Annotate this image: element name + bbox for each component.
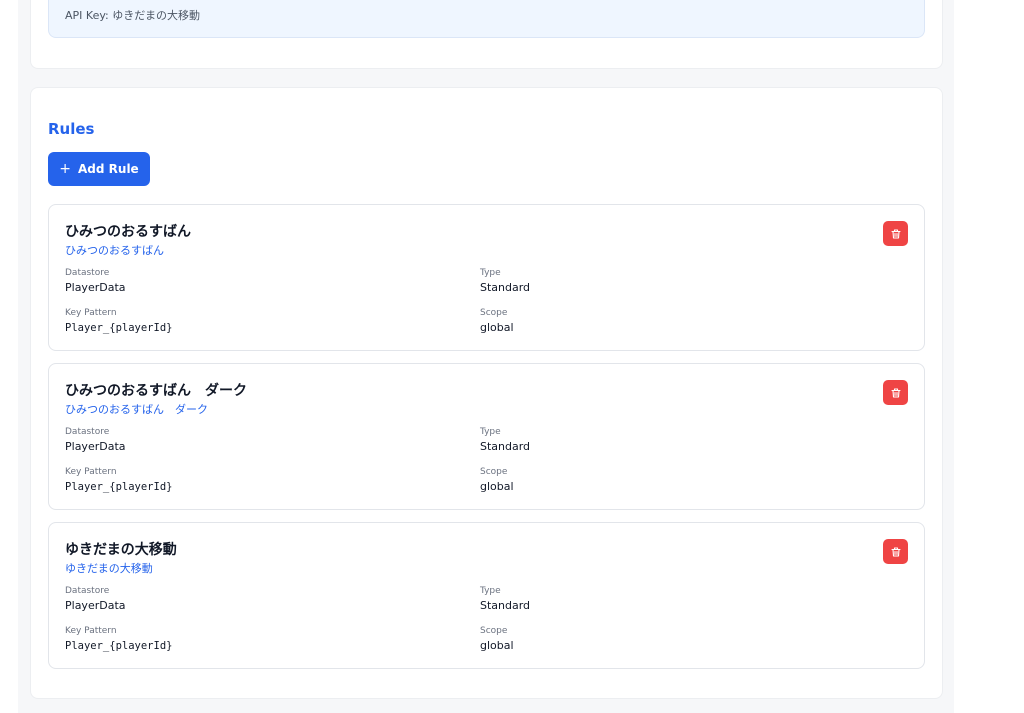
type-value: Standard (480, 599, 531, 612)
rule-title: ひみつのおるすばん ダーク (65, 383, 247, 399)
key-pattern-field: Key Pattern Player_{playerId} (65, 466, 172, 494)
datastore-label: Datastore (65, 586, 110, 596)
key-pattern-value: Player_{playerId} (65, 322, 173, 334)
delete-rule-button[interactable] (883, 221, 908, 246)
datastore-value: PlayerData (65, 440, 126, 453)
scope-value: global (480, 480, 514, 493)
rule-subtitle: ゆきだまの大移動 (65, 562, 153, 575)
type-field: Type Standard (480, 267, 530, 295)
key-pattern-field: Key Pattern Player_{playerId} (65, 625, 172, 653)
scope-value: global (480, 639, 514, 652)
datastore-field: Datastore PlayerData (65, 426, 126, 454)
trash-icon (890, 228, 901, 239)
delete-rule-button[interactable] (883, 539, 908, 564)
type-value: Standard (480, 281, 531, 294)
trash-icon (890, 387, 901, 398)
add-rule-label: Add Rule (78, 162, 139, 176)
key-pattern-label: Key Pattern (65, 467, 117, 477)
type-field: Type Standard (480, 585, 530, 613)
trash-icon (890, 546, 901, 557)
datastore-label: Datastore (65, 427, 110, 437)
scope-label: Scope (480, 626, 508, 636)
rule-card: ひみつのおるすばん ひみつのおるすばん Datastore PlayerData… (48, 204, 925, 351)
rule-subtitle: ひみつのおるすばん ダーク (65, 403, 208, 416)
type-label: Type (480, 268, 501, 278)
scope-label: Scope (480, 467, 508, 477)
key-pattern-label: Key Pattern (65, 308, 117, 318)
api-key-box: API Key: ゆきだまの大移動 (48, 0, 925, 38)
scope-field: Scope global (480, 307, 514, 335)
scope-field: Scope global (480, 625, 514, 653)
key-pattern-value: Player_{playerId} (65, 640, 173, 652)
type-field: Type Standard (480, 426, 530, 454)
type-label: Type (480, 586, 501, 596)
rule-card: ひみつのおるすばん ダーク ひみつのおるすばん ダーク Datastore Pl… (48, 363, 925, 510)
add-rule-button[interactable]: + Add Rule (48, 152, 150, 186)
type-label: Type (480, 427, 501, 437)
delete-rule-button[interactable] (883, 380, 908, 405)
scope-label: Scope (480, 308, 508, 318)
type-value: Standard (480, 440, 531, 453)
rule-title: ひみつのおるすばん (65, 224, 191, 240)
datastore-field: Datastore PlayerData (65, 267, 126, 295)
key-pattern-label: Key Pattern (65, 626, 117, 636)
datastore-field: Datastore PlayerData (65, 585, 126, 613)
datastore-label: Datastore (65, 268, 110, 278)
scope-field: Scope global (480, 466, 514, 494)
datastore-value: PlayerData (65, 599, 126, 612)
rule-subtitle: ひみつのおるすばん (65, 244, 164, 257)
key-pattern-value: Player_{playerId} (65, 481, 173, 493)
rule-card: ゆきだまの大移動 ゆきだまの大移動 Datastore PlayerData T… (48, 522, 925, 669)
datastore-value: PlayerData (65, 281, 126, 294)
plus-icon: + (59, 161, 72, 177)
key-pattern-field: Key Pattern Player_{playerId} (65, 307, 172, 335)
rules-heading: Rules (48, 120, 95, 138)
api-key-text: API Key: ゆきだまの大移動 (65, 9, 201, 22)
scope-value: global (480, 321, 514, 334)
rule-title: ゆきだまの大移動 (65, 542, 177, 558)
